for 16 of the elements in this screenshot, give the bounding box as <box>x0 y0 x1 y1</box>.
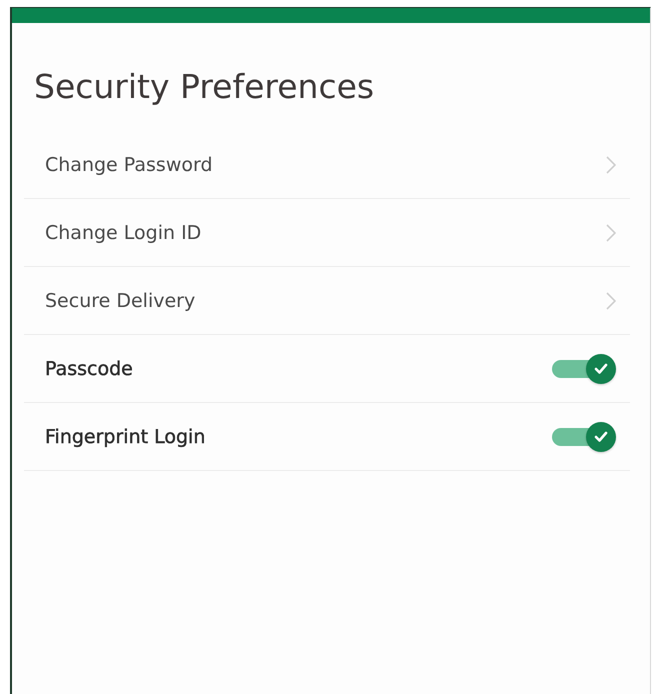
chevron-right-icon <box>606 224 616 242</box>
chevron-right-icon <box>606 156 616 174</box>
toggle-switch[interactable] <box>552 422 616 452</box>
item-label: Secure Delivery <box>45 290 196 312</box>
checkmark-icon <box>594 430 608 442</box>
chevron-right-icon <box>606 292 616 310</box>
menu-item[interactable]: Secure Delivery <box>24 267 630 335</box>
checkmark-icon <box>594 362 608 374</box>
menu-item[interactable]: Change Login ID <box>24 199 630 267</box>
item-label: Change Password <box>45 154 213 176</box>
item-label: Change Login ID <box>45 222 202 244</box>
item-label: Fingerprint Login <box>45 426 206 448</box>
page-title: Security Preferences <box>34 66 374 108</box>
toggle-switch[interactable] <box>552 354 616 384</box>
item-label: Passcode <box>45 358 133 380</box>
menu-item[interactable]: Change Password <box>24 131 630 199</box>
